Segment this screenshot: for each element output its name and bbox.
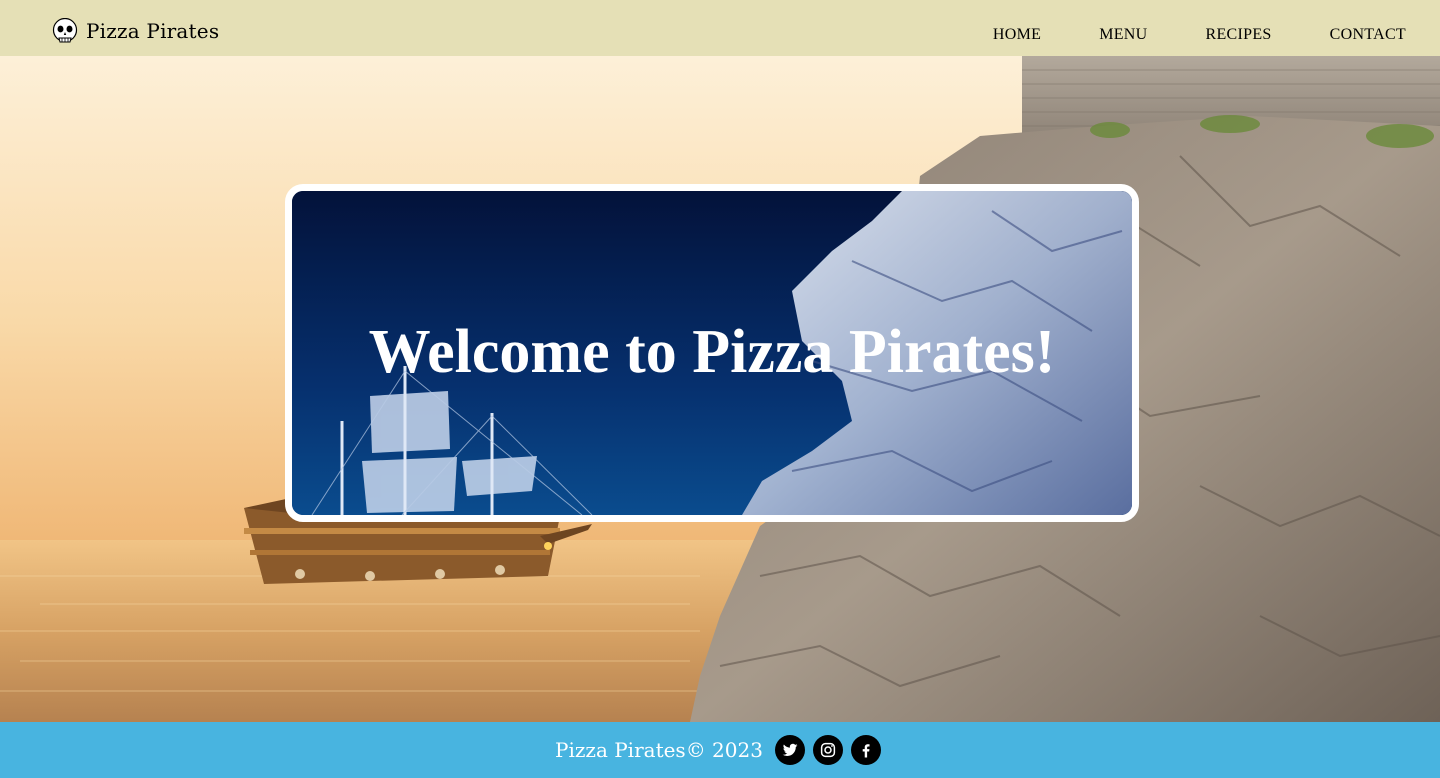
main-nav: HOME MENU RECIPES CONTACT <box>993 26 1406 44</box>
nav-recipes[interactable]: RECIPES <box>1206 26 1272 44</box>
pirate-skull-icon <box>52 17 78 44</box>
brand-name: Pizza Pirates <box>86 19 220 43</box>
page: Pizza Pirates HOME MENU RECIPES CONTACT <box>0 0 1440 778</box>
copyright-text: Pizza Pirates© 2023 <box>555 738 763 762</box>
nav-contact[interactable]: CONTACT <box>1330 26 1406 44</box>
site-footer: Pizza Pirates© 2023 <box>0 722 1440 778</box>
nav-home[interactable]: HOME <box>993 26 1041 44</box>
hero-section: Welcome to Pizza Pirates! <box>0 56 1440 722</box>
site-header: Pizza Pirates HOME MENU RECIPES CONTACT <box>0 0 1440 56</box>
welcome-banner: Welcome to Pizza Pirates! <box>285 184 1139 522</box>
instagram-icon[interactable] <box>812 735 843 765</box>
twitter-icon[interactable] <box>774 735 805 765</box>
brand-logo-link[interactable]: Pizza Pirates <box>52 17 220 44</box>
facebook-icon[interactable] <box>850 735 881 765</box>
welcome-title: Welcome to Pizza Pirates! <box>368 318 1056 386</box>
nav-menu[interactable]: MENU <box>1099 26 1147 44</box>
